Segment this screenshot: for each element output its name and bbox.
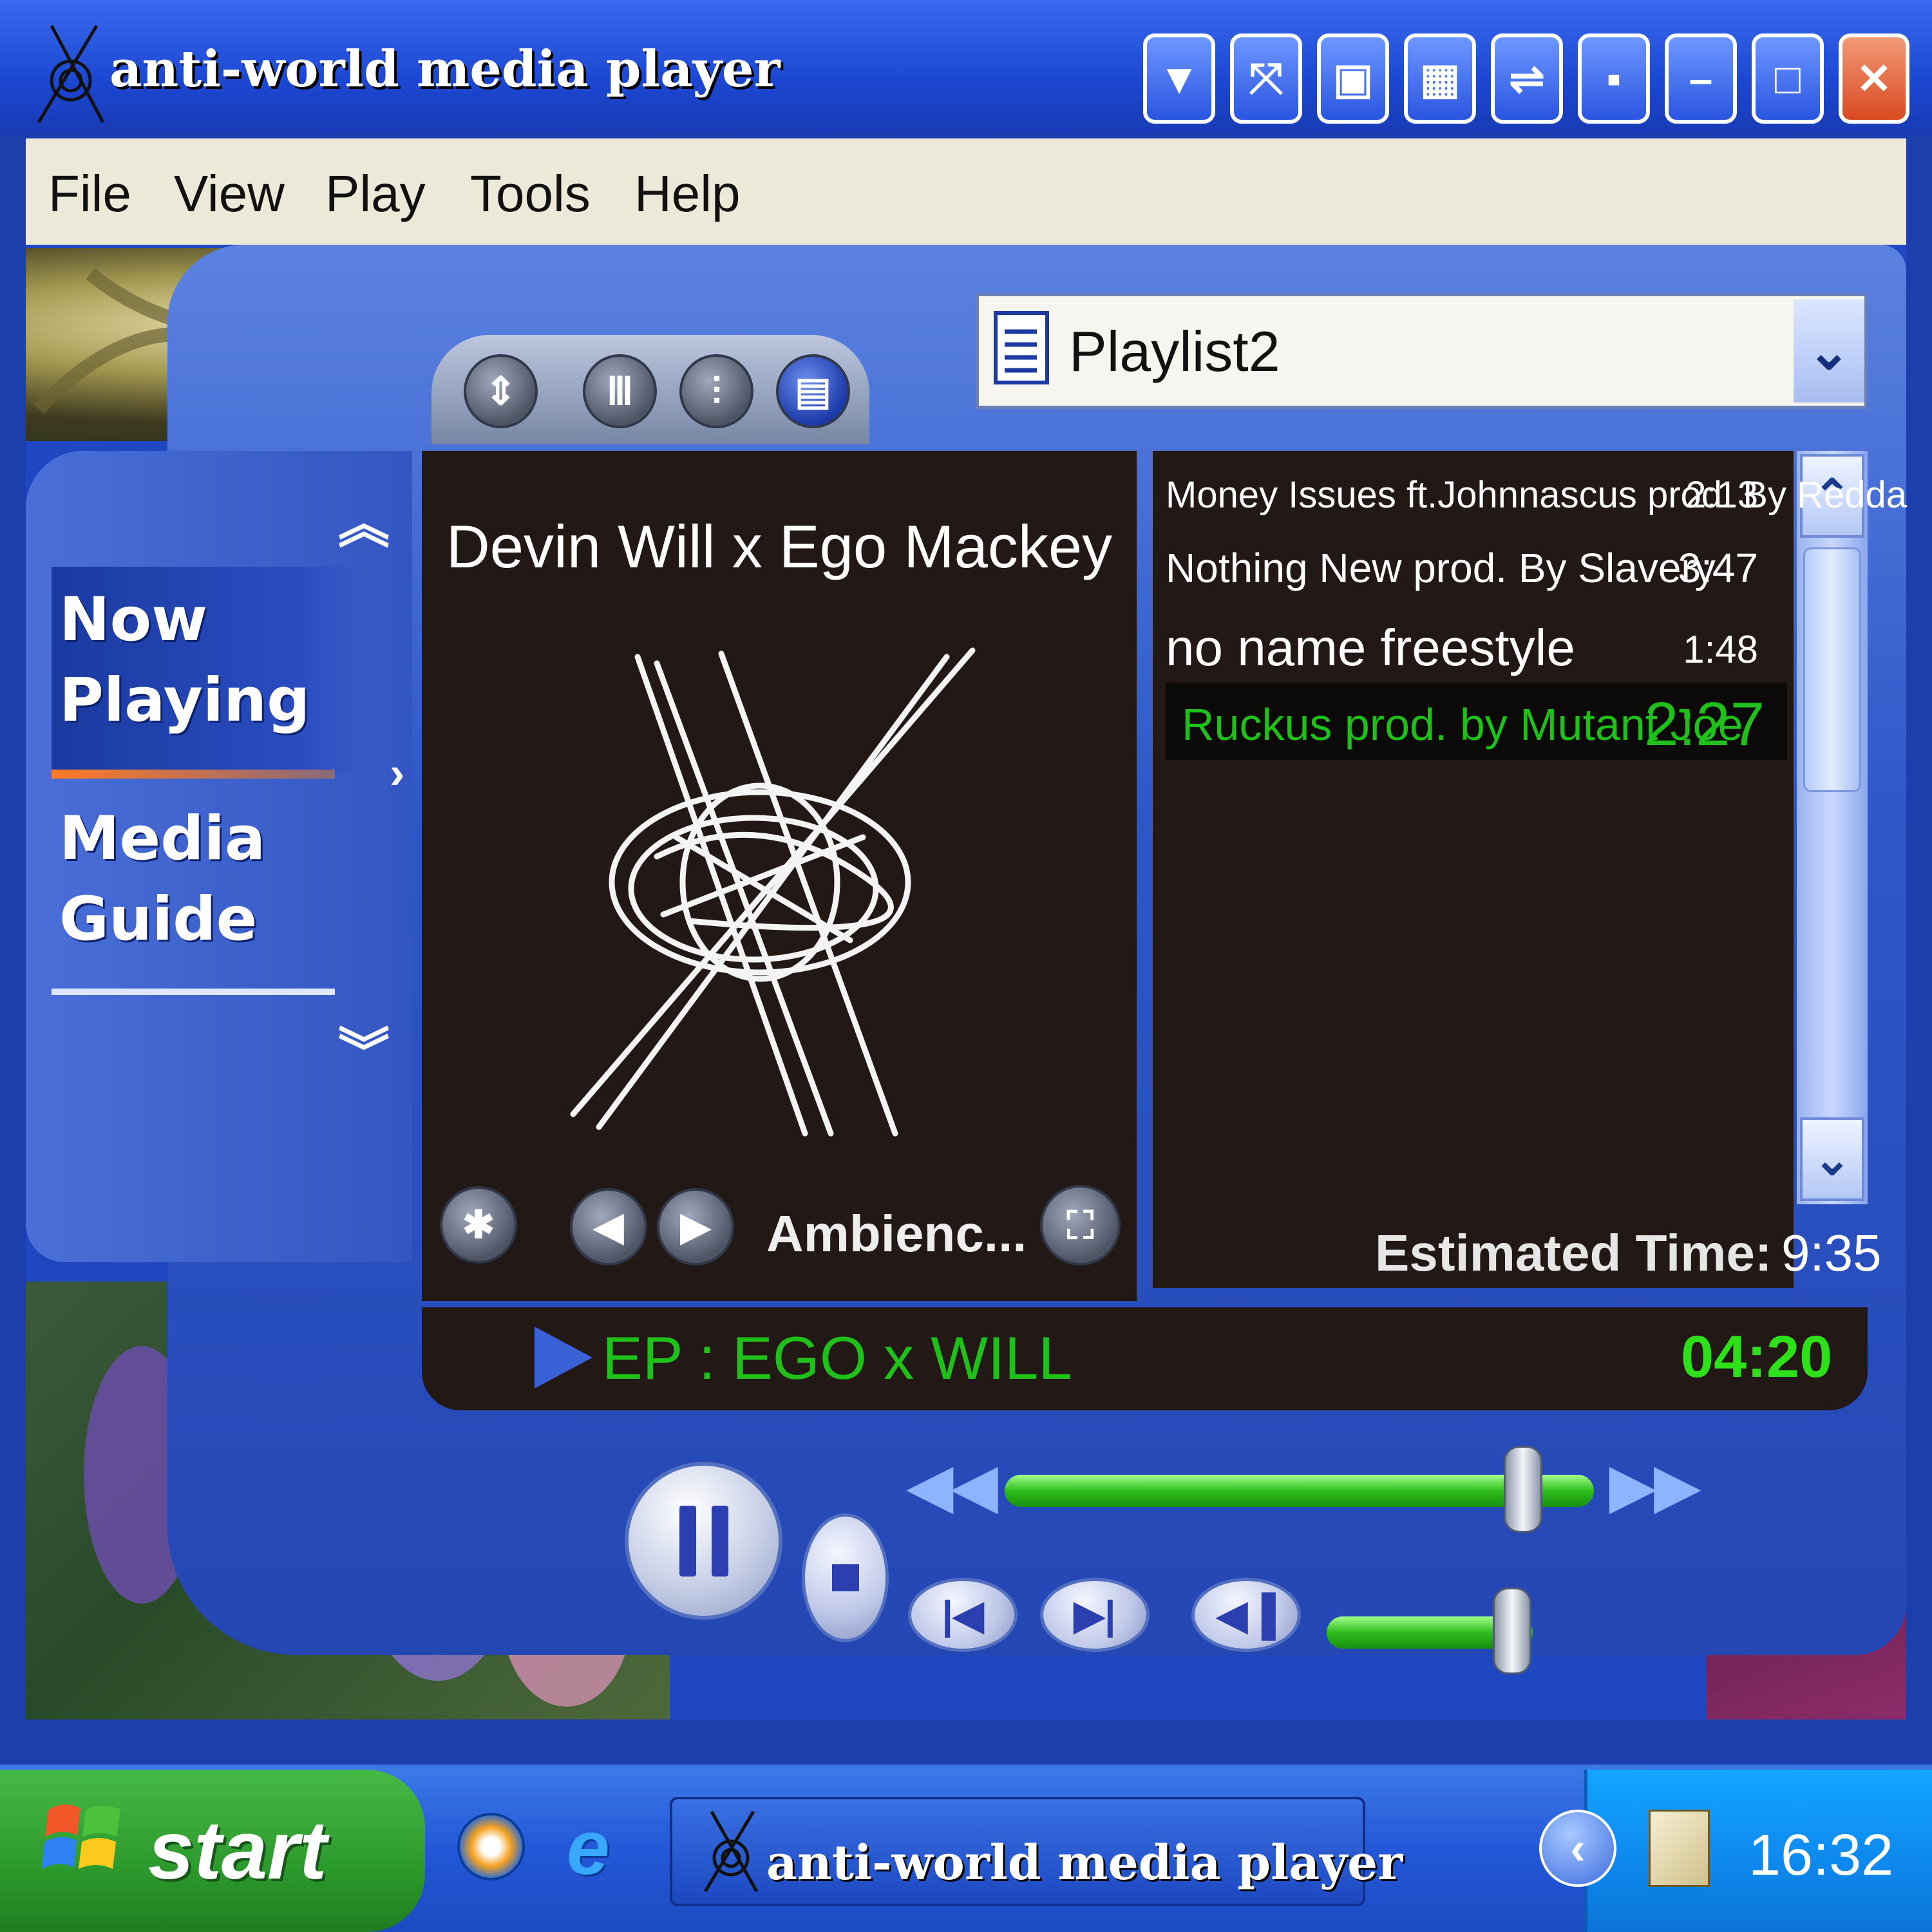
- double-chevron-up-icon[interactable]: ︽: [338, 483, 390, 558]
- media-guide-divider: [52, 989, 335, 995]
- updown-icon[interactable]: ⇕: [464, 354, 538, 428]
- asterisk-menu-icon[interactable]: ✱: [440, 1186, 517, 1264]
- track-title: Money Issues ft.Johnnascus prod. By Redd…: [1166, 474, 1907, 516]
- estimated-time-value: 9:35: [1781, 1224, 1882, 1282]
- fast-forward-icon[interactable]: ▶▶: [1610, 1452, 1699, 1520]
- dropdown-button[interactable]: ▼: [1143, 33, 1215, 124]
- windows-logo-icon: [42, 1804, 120, 1869]
- list-item[interactable]: no name freestyle 1:48: [1166, 618, 1784, 679]
- app-logo-icon: [37, 24, 105, 124]
- estimated-time: Estimated Time: 9:35: [1375, 1224, 1882, 1283]
- fullscreen-icon[interactable]: ⛶: [1040, 1185, 1121, 1265]
- visualization-name: Ambienc...: [766, 1205, 1027, 1262]
- mute-button[interactable]: ◀▐: [1191, 1578, 1301, 1652]
- list-item[interactable]: Nothing New prod. By Slavery 3:47: [1166, 544, 1784, 596]
- track-duration: 2:13: [1685, 474, 1758, 516]
- artist-name: Devin Will x Ego Mackey: [446, 513, 1113, 580]
- scroll-thumb[interactable]: [1803, 547, 1861, 792]
- media-title: EP : EGO x WILL: [602, 1324, 1072, 1392]
- next-track-button[interactable]: ▶|: [1040, 1578, 1150, 1652]
- playlist-doc-icon[interactable]: ▤: [776, 354, 850, 428]
- menu-view[interactable]: View: [174, 164, 285, 223]
- skin-mode-button[interactable]: ▦: [1404, 33, 1476, 124]
- menu-file[interactable]: File: [48, 164, 131, 223]
- previous-visualization-icon[interactable]: ◀: [570, 1188, 647, 1265]
- list-item-active[interactable]: Ruckus prod. by Mutant Joe 2:27: [1166, 690, 1784, 759]
- stop-button[interactable]: [802, 1513, 889, 1642]
- estimated-time-label: Estimated Time:: [1375, 1224, 1772, 1282]
- track-duration: 1:48: [1683, 628, 1758, 671]
- media-player-quicklaunch-icon[interactable]: [457, 1813, 525, 1880]
- clock: 16:32: [1748, 1823, 1894, 1888]
- next-visualization-icon[interactable]: ▶: [657, 1188, 734, 1265]
- app-logo-icon: [703, 1810, 759, 1893]
- mini-button[interactable]: ▪: [1578, 33, 1650, 124]
- menu-help[interactable]: Help: [634, 164, 741, 223]
- menu-play[interactable]: Play: [325, 164, 426, 223]
- stop-icon: [831, 1564, 859, 1591]
- track-duration: 2:27: [1644, 690, 1765, 759]
- list-item[interactable]: Money Issues ft.Johnnascus prod. By Redd…: [1166, 473, 1907, 518]
- maximize-button[interactable]: □: [1752, 33, 1824, 124]
- menu-bar: File View Play Tools Help: [26, 138, 1906, 245]
- double-chevron-down-icon[interactable]: ︾: [338, 1011, 390, 1086]
- task-title: anti-world media player: [766, 1835, 1403, 1891]
- menu-tools[interactable]: Tools: [470, 164, 591, 223]
- mode-button-group: ⇕ Ⅲ ⫶ ▤: [431, 335, 869, 444]
- previous-track-button[interactable]: |◀: [908, 1578, 1018, 1652]
- tab-media-guide[interactable]: Media Guide: [59, 799, 330, 960]
- elapsed-time: 04:20: [1681, 1324, 1833, 1390]
- compact-mode-button[interactable]: ▣: [1317, 33, 1389, 124]
- seek-thumb[interactable]: [1504, 1446, 1543, 1533]
- volume-thumb[interactable]: [1493, 1587, 1531, 1674]
- minimize-button[interactable]: –: [1665, 33, 1737, 124]
- equalizer-icon[interactable]: ⫶: [679, 354, 753, 428]
- collapse-chevron-icon[interactable]: ›: [390, 747, 404, 799]
- track-title: Nothing New prod. By Slavery: [1166, 545, 1716, 591]
- playlist-name: Playlist2: [1069, 319, 1280, 383]
- chevron-left-icon[interactable]: ‹: [1539, 1810, 1616, 1887]
- track-title: no name freestyle: [1166, 619, 1575, 676]
- scroll-down-icon[interactable]: ⌄: [1800, 1117, 1864, 1201]
- rewind-icon[interactable]: ◀◀: [908, 1452, 997, 1520]
- tab-now-playing[interactable]: Now Playing: [59, 580, 330, 741]
- start-label: start: [148, 1804, 327, 1897]
- internet-explorer-icon[interactable]: e: [567, 1803, 610, 1892]
- visualization-icon[interactable]: Ⅲ: [583, 354, 657, 428]
- tray-app-icon[interactable]: [1649, 1810, 1710, 1887]
- chevron-down-icon[interactable]: ⌄: [1794, 299, 1864, 402]
- album-art-scribble: [570, 647, 976, 1137]
- shuffle-button[interactable]: ⤧: [1230, 33, 1302, 124]
- playlist-icon: [994, 311, 1049, 384]
- play-status-icon: [535, 1327, 592, 1388]
- track-duration: 3:47: [1678, 545, 1758, 591]
- pause-button[interactable]: [625, 1462, 782, 1620]
- switch-view-button[interactable]: ⇌: [1491, 33, 1563, 124]
- now-playing-underline: [52, 770, 335, 779]
- window-title: anti-world media player: [109, 40, 781, 99]
- close-button[interactable]: ✕: [1839, 33, 1909, 124]
- pause-icon: [679, 1505, 696, 1577]
